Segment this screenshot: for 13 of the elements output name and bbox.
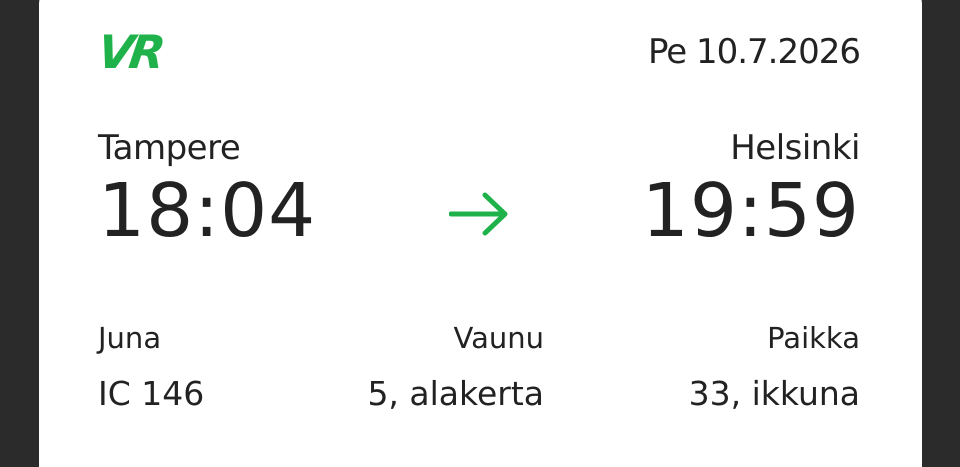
arrival-station: Helsinki [730, 128, 860, 168]
detail-value: 5, alakerta [367, 374, 544, 414]
logo: VR [95, 32, 164, 72]
travel-date: Pe 10.7.2026 [648, 32, 860, 72]
detail-value: IC 146 [98, 374, 204, 414]
departure-station: Tampere [98, 128, 240, 168]
detail-value: 33, ikkuna [688, 374, 860, 414]
detail-label: Paikka [767, 320, 860, 357]
arrival-time: 19:59 [642, 168, 860, 254]
detail-label: Vaunu [454, 320, 544, 357]
arrow-right-icon [449, 191, 509, 237]
detail-label: Juna [98, 320, 162, 357]
departure-time: 18:04 [98, 168, 316, 254]
